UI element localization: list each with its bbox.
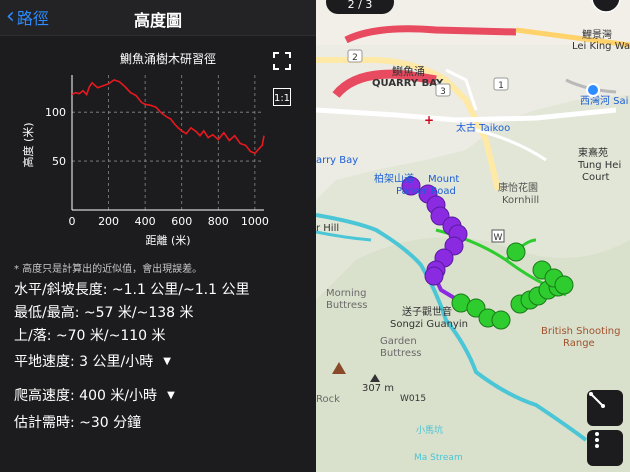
chart-grid xyxy=(72,75,264,210)
map-canvas: 鰂魚涌 QUARRY BAY 鯉景灣 Lei King Wa 西灣河 Sai 太… xyxy=(316,0,630,472)
map-label: 太古 Taikoo xyxy=(456,121,510,134)
y-tick-labels: 50 100 xyxy=(45,106,66,168)
distance-stat: 水平/斜坡長度: ~1.1 公里/~1.1 公里 xyxy=(14,282,250,298)
chart-title: 鰂魚涌樹木研習徑 xyxy=(120,52,216,66)
map-label: Kornhill xyxy=(502,195,539,206)
elevation-line xyxy=(71,79,265,155)
ratio-1-1-button[interactable]: 1:1 xyxy=(273,88,291,106)
map-label: Mount xyxy=(428,174,459,185)
elevation-panel: ‹ 路徑 高度圖 鰂魚涌樹木研習徑 0 200 400 600 800 1000 50 10… xyxy=(0,0,316,472)
time-estimate: 估計需時: ~30 分鐘 xyxy=(14,415,142,431)
climb-speed-dropdown[interactable]: 爬高速度: 400 米/小時 ▼ xyxy=(14,385,175,405)
map-label: British Shooting xyxy=(541,326,620,337)
more-button[interactable] xyxy=(587,430,623,466)
route-waypoint[interactable] xyxy=(424,266,444,286)
accuracy-note: * 高度只是計算出的近似值，會出現誤差。 xyxy=(14,264,203,275)
route-icon xyxy=(589,392,605,408)
map-label: 鯉景灣 xyxy=(582,28,612,41)
map-label: 東熹苑 xyxy=(578,146,608,159)
map-label: W xyxy=(494,233,503,243)
ratio-icon: 1:1 xyxy=(273,88,291,106)
nav-bar: ‹ 路徑 高度圖 xyxy=(0,0,316,36)
map-label: Tung Hei xyxy=(577,160,621,171)
flat-speed-dropdown[interactable]: 平地速度: 3 公里/小時 ▼ xyxy=(14,351,171,371)
map-label: Buttress xyxy=(380,348,422,359)
chevron-left-icon: ‹ xyxy=(6,4,15,29)
trail-waypoint[interactable] xyxy=(554,275,574,295)
map-label: 小馬坑 xyxy=(416,424,443,436)
map-badge-label: 2 / 3 xyxy=(348,0,373,11)
map-label: 鰂魚涌 xyxy=(392,64,425,78)
x-tick-label: 600 xyxy=(171,215,192,228)
x-tick-label: 400 xyxy=(135,215,156,228)
x-tick-label: 200 xyxy=(98,215,119,228)
chart-axes xyxy=(71,75,264,211)
map-label: 送子觀世音 xyxy=(402,305,452,318)
fullscreen-icon xyxy=(273,52,291,70)
trail-waypoint[interactable] xyxy=(491,310,511,330)
map-label: Lei King Wa xyxy=(572,41,630,52)
road-number-label: 3 xyxy=(440,87,446,97)
map-label: Rock xyxy=(316,394,340,405)
x-tick-label: 0 xyxy=(69,215,76,228)
map-label: Ma Stream xyxy=(414,453,463,463)
map-label: Garden xyxy=(380,336,417,347)
route-tool-button[interactable] xyxy=(587,390,623,426)
y-axis-label: 高度 (米) xyxy=(21,122,35,167)
road-number-label: 2 xyxy=(352,53,358,63)
map-label: arry Bay xyxy=(316,155,358,166)
hospital-icon: + xyxy=(424,113,434,127)
map-label: Buttress xyxy=(326,300,368,311)
ascent-descent-stat: 上/落: ~70 米/~110 米 xyxy=(14,328,166,344)
map-label: 柏架山道 xyxy=(374,172,414,185)
map-view[interactable]: 鰂魚涌 QUARRY BAY 鯉景灣 Lei King Wa 西灣河 Sai 太… xyxy=(316,0,630,472)
caret-down-icon: ▼ xyxy=(163,355,171,367)
ratio-label: 1:1 xyxy=(274,93,290,104)
map-label: 307 m xyxy=(362,383,394,394)
map-label: Court xyxy=(582,172,610,183)
x-tick-label: 1000 xyxy=(241,215,269,228)
x-tick-labels: 0 200 400 600 800 1000 xyxy=(69,215,269,228)
back-button[interactable]: ‹ 路徑 xyxy=(6,4,49,30)
road-number-label: 1 xyxy=(498,81,504,91)
back-label: 路徑 xyxy=(16,9,49,28)
map-label: Parker Road xyxy=(396,186,456,197)
map-label: Songzi Guanyin xyxy=(390,319,468,330)
map-label: Morning xyxy=(326,288,366,299)
fullscreen-button[interactable] xyxy=(273,52,291,70)
x-tick-label: 800 xyxy=(208,215,229,228)
map-label: r Hill xyxy=(316,223,339,234)
map-label: W015 xyxy=(400,394,426,404)
min-max-stat: 最低/最高: ~57 米/~138 米 xyxy=(14,305,194,321)
x-axis-label: 距離 (米) xyxy=(145,233,190,247)
flat-speed-label: 平地速度: 3 公里/小時 xyxy=(14,354,154,370)
more-vertical-icon xyxy=(595,432,599,448)
caret-down-icon: ▼ xyxy=(167,389,175,401)
map-label: 西灣河 Sai xyxy=(580,95,628,107)
elevation-chart: 鰂魚涌樹木研習徑 0 200 400 600 800 1000 50100 距離 (米) … xyxy=(21,52,269,247)
y-tick-label: 100 xyxy=(45,106,66,119)
location-dot xyxy=(586,83,600,97)
trail-waypoint[interactable] xyxy=(506,242,526,262)
map-label: QUARRY BAY xyxy=(372,78,444,89)
y-tick-label: 50 xyxy=(52,155,66,168)
map-label: Range xyxy=(563,338,595,349)
climb-speed-label: 爬高速度: 400 米/小時 xyxy=(14,388,158,404)
map-label: 康怡花園 xyxy=(498,181,538,194)
